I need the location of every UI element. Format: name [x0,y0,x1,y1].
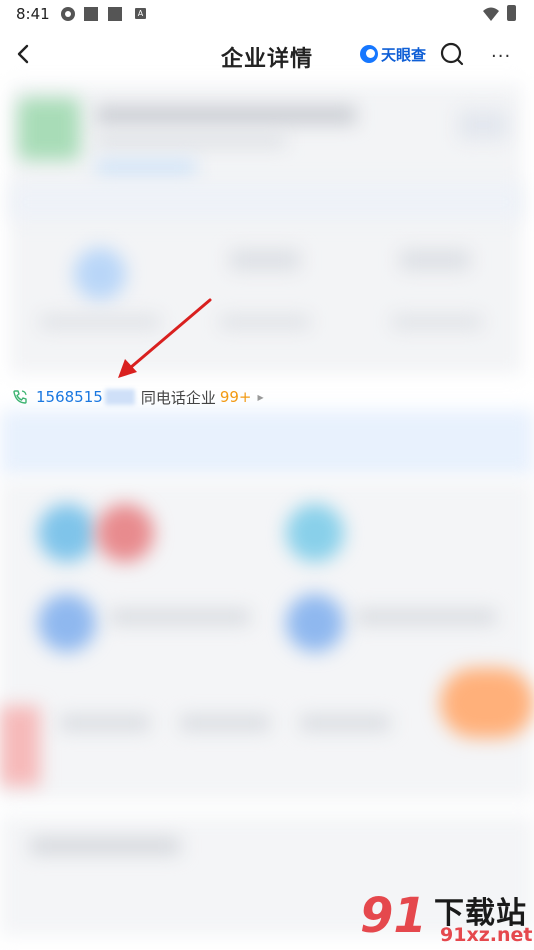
notification-square-icon [84,7,98,21]
company-name-blur [96,106,356,124]
feature-icon-blur [38,504,96,562]
battery-icon [507,5,516,21]
side-tag-blur [0,706,40,786]
stat-label-blur [392,316,482,328]
top-navigation-bar: 企业详情 天眼查 ··· [0,28,534,80]
phone-number-row[interactable]: 1568515 同电话企业 99+ ▶ [12,386,264,408]
company-tag-blur [96,160,196,176]
notification-square-icon [108,7,122,21]
search-icon[interactable] [439,41,465,67]
feature-text-blur [180,716,270,730]
feature-text-blur [110,610,250,624]
site-watermark: 91 下载站 91xz.net [360,888,533,946]
notification-a-icon: A [135,8,146,19]
floating-button-blur [440,668,534,738]
stat-avatar-blur [74,248,126,300]
stat-label-blur [220,316,310,328]
notice-banner-blur [0,410,534,476]
caret-right-icon: ▶ [257,392,264,402]
section-title-blur [30,838,180,854]
more-options-icon[interactable]: ··· [491,46,511,67]
feature-icon-blur [96,504,154,562]
status-bar: 8:41 A [0,0,534,28]
phone-number[interactable]: 1568515 [36,388,103,406]
phone-number-masked [104,389,135,405]
watermark-url: 91xz.net [440,924,533,946]
stat-value-blur [230,250,300,270]
phone-icon [13,390,27,404]
stat-value-blur [400,250,470,270]
follow-button-blur [458,110,508,140]
status-time: 8:41 [16,5,50,23]
annotation-arrow [118,298,212,378]
app-notification-icon [61,7,75,21]
watermark-logo: 91 [360,888,427,944]
feature-icon-blur [286,504,344,562]
tianyancha-logo-icon [360,45,378,63]
company-meta-blur [96,136,286,146]
feature-icon-blur [38,594,96,652]
wifi-icon [483,7,499,21]
feature-text-blur [356,610,496,624]
brand-name: 天眼查 [381,45,427,64]
info-strip-blur [10,184,522,220]
same-phone-companies-label[interactable]: 同电话企业 [141,387,216,408]
feature-icon-blur [286,594,344,652]
company-logo-blur [18,98,80,160]
tianyancha-brand: 天眼查 [360,42,426,66]
feature-text-blur [60,716,150,730]
feature-text-blur [300,716,390,730]
same-phone-companies-count[interactable]: 99+ [220,388,252,406]
company-header-card [10,84,522,374]
